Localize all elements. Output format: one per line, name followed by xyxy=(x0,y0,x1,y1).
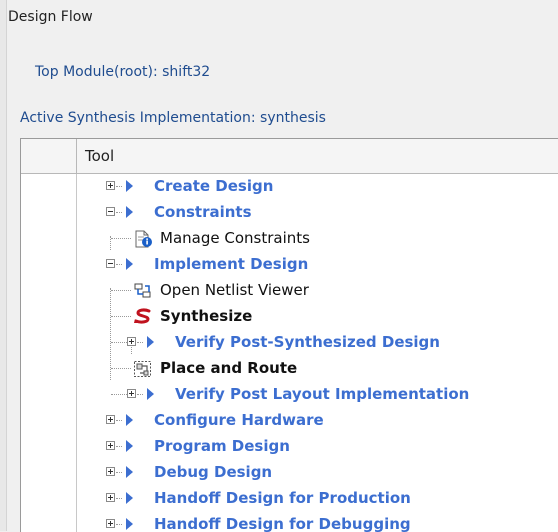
expand-icon[interactable] xyxy=(106,441,115,450)
flow-arrow-icon xyxy=(126,518,133,530)
tree-connector xyxy=(111,394,127,395)
collapse-icon[interactable] xyxy=(106,259,115,268)
expand-icon[interactable] xyxy=(127,389,136,398)
tree-connector xyxy=(116,446,122,447)
tree-connector xyxy=(116,472,122,473)
expand-icon[interactable] xyxy=(106,493,115,502)
flow-arrow-icon xyxy=(126,258,133,270)
tool-column-header[interactable]: Tool xyxy=(85,147,114,165)
tree-connector xyxy=(111,342,127,343)
flow-arrow-icon xyxy=(126,492,133,504)
tree-connector xyxy=(116,186,122,187)
tree-connector xyxy=(111,368,131,369)
flow-arrow-icon xyxy=(126,440,133,452)
tree-row-handoff-production[interactable]: Handoff Design for Production xyxy=(21,486,558,512)
tree-connector xyxy=(116,498,122,499)
collapse-icon[interactable] xyxy=(106,207,115,216)
tree-row-label: Place and Route xyxy=(160,359,298,377)
tree-row-label: Create Design xyxy=(154,177,274,195)
tree-row-create-design[interactable]: Create Design xyxy=(21,174,558,200)
tree-row-verify-post-layout[interactable]: Verify Post Layout Implementation xyxy=(21,382,558,408)
panel-left-edge xyxy=(0,0,7,531)
netlist-viewer-icon xyxy=(134,283,151,298)
tree-connector xyxy=(137,394,143,395)
tree-header: Tool xyxy=(21,139,558,174)
expand-icon[interactable] xyxy=(106,519,115,528)
tree-row-constraints[interactable]: Constraints xyxy=(21,200,558,226)
constraints-info-icon xyxy=(135,230,152,248)
tree-row-handoff-debugging[interactable]: Handoff Design for Debugging xyxy=(21,512,558,532)
tree-connector xyxy=(111,290,131,291)
flow-arrow-icon xyxy=(147,336,154,348)
tree-connector xyxy=(137,342,143,343)
tree-connector xyxy=(116,420,122,421)
flow-arrow-icon xyxy=(126,414,133,426)
tree-connector xyxy=(116,212,122,213)
tree-header-gutter xyxy=(21,139,77,173)
tree-row-synthesize[interactable]: Synthesize xyxy=(21,304,558,330)
flow-arrow-icon xyxy=(126,206,133,218)
tree-connector xyxy=(116,264,122,265)
panel-title: Design Flow xyxy=(8,9,93,25)
tree-body: Create Design Constraints Manage Constra… xyxy=(21,174,558,532)
tree-row-label: Constraints xyxy=(154,203,252,221)
active-implementation-label: Active Synthesis Implementation: synthes… xyxy=(20,110,326,126)
place-route-icon xyxy=(134,361,151,377)
tree-row-label: Implement Design xyxy=(154,255,309,273)
tree-connector xyxy=(116,524,122,525)
tree-row-debug-design[interactable]: Debug Design xyxy=(21,460,558,486)
flow-arrow-icon xyxy=(126,180,133,192)
tree-row-implement-design[interactable]: Implement Design xyxy=(21,252,558,278)
flow-arrow-icon xyxy=(126,466,133,478)
tree-row-label: Handoff Design for Production xyxy=(154,489,411,507)
tree-row-label: Synthesize xyxy=(160,307,253,325)
tree-row-label: Debug Design xyxy=(154,463,273,481)
tree-row-program-design[interactable]: Program Design xyxy=(21,434,558,460)
tree-connector xyxy=(111,316,131,317)
tree-row-verify-post-synthesized[interactable]: Verify Post-Synthesized Design xyxy=(21,330,558,356)
tree-row-label: Open Netlist Viewer xyxy=(160,281,309,299)
expand-icon[interactable] xyxy=(106,467,115,476)
expand-icon[interactable] xyxy=(106,415,115,424)
top-module-label: Top Module(root): shift32 xyxy=(35,64,211,80)
tree-row-open-netlist-viewer[interactable]: Open Netlist Viewer xyxy=(21,278,558,304)
tree-row-configure-hardware[interactable]: Configure Hardware xyxy=(21,408,558,434)
tree-row-place-and-route[interactable]: Place and Route xyxy=(21,356,558,382)
design-flow-tree: Tool Create Design Constraints Manage Co… xyxy=(20,138,558,532)
tree-row-label: Configure Hardware xyxy=(154,411,324,429)
tree-row-label: Manage Constraints xyxy=(160,229,310,247)
tree-connector xyxy=(111,238,131,239)
tree-row-label: Handoff Design for Debugging xyxy=(154,515,411,532)
tree-row-label: Verify Post-Synthesized Design xyxy=(175,333,440,351)
tree-row-label: Program Design xyxy=(154,437,290,455)
synthesize-icon xyxy=(134,308,151,324)
expand-icon[interactable] xyxy=(127,337,136,346)
expand-icon[interactable] xyxy=(106,181,115,190)
tree-row-label: Verify Post Layout Implementation xyxy=(175,385,470,403)
flow-arrow-icon xyxy=(147,388,154,400)
tree-row-manage-constraints[interactable]: Manage Constraints xyxy=(21,226,558,252)
